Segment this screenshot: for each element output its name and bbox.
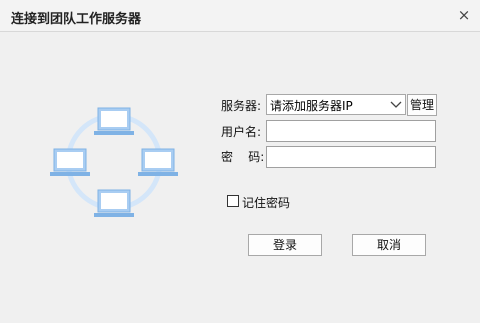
computer-icon [94, 107, 134, 135]
dialog-title: 连接到团队工作服务器 [11, 12, 142, 27]
username-input[interactable] [266, 120, 436, 142]
cancel-button[interactable]: 取消 [352, 234, 426, 256]
computer-icon [94, 189, 134, 217]
network-computers-icon [50, 107, 178, 217]
remember-password-checkbox[interactable] [227, 195, 239, 207]
server-label: 服务器: [221, 99, 262, 113]
password-input[interactable] [266, 146, 436, 168]
chevron-down-icon[interactable] [388, 95, 404, 114]
password-label: 密 码: [221, 150, 265, 164]
close-icon[interactable]: × [455, 5, 473, 25]
remember-password-label[interactable]: 记住密码 [242, 194, 290, 211]
title-bar: 连接到团队工作服务器 × [0, 0, 480, 32]
dialog-window: 连接到团队工作服务器 × 服务器: 请添加服务器IP 管理 用户名: 密 码: … [0, 0, 480, 323]
username-label: 用户名: [221, 125, 262, 139]
server-select-value: 请添加服务器IP [270, 99, 353, 113]
login-button[interactable]: 登录 [248, 234, 322, 256]
manage-button[interactable]: 管理 [407, 94, 437, 116]
server-select[interactable]: 请添加服务器IP [266, 94, 406, 115]
